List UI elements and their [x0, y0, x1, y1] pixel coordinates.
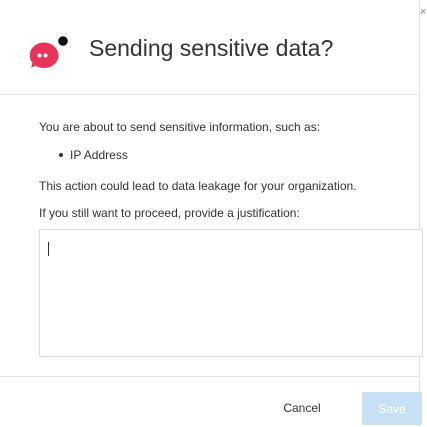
- sensitive-item-label: IP Address: [70, 148, 128, 162]
- dialog-content: You are about to send sensitive informat…: [0, 95, 423, 376]
- sensitive-item: IP Address: [39, 147, 413, 163]
- justification-textarea[interactable]: [39, 229, 423, 357]
- justification-prompt: If you still want to proceed, provide a …: [39, 206, 300, 220]
- dialog-side-border: [419, 0, 427, 427]
- sensitive-data-dialog: × Sending sensitive data? You are about …: [0, 0, 427, 427]
- sensitive-items-list: IP Address: [39, 147, 413, 163]
- dialog-title: Sending sensitive data?: [89, 35, 334, 61]
- text-caret: [48, 242, 49, 256]
- dialog-header: Sending sensitive data?: [0, 0, 419, 95]
- sensitive-data-intro: You are about to send sensitive informat…: [39, 120, 321, 134]
- bullet-icon: [59, 153, 63, 157]
- close-icon[interactable]: ×: [420, 8, 427, 17]
- dialog-footer: Cancel Save: [0, 376, 422, 427]
- cancel-button[interactable]: Cancel: [271, 392, 333, 424]
- save-button[interactable]: Save: [362, 392, 422, 425]
- brand-logo-icon: [30, 36, 68, 68]
- data-leakage-warning: This action could lead to data leakage f…: [39, 179, 357, 193]
